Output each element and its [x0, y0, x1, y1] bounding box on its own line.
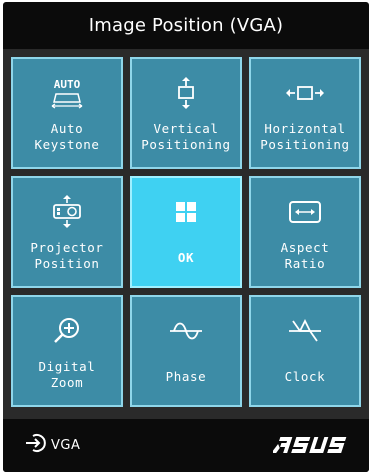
- menu-title: Image Position (VGA): [88, 15, 284, 36]
- phase-wave-icon: [132, 313, 240, 349]
- aspect-ratio-icon: [251, 194, 359, 230]
- horizontal-arrows-icon: [251, 75, 359, 111]
- tile-label: Auto Keystone: [34, 121, 100, 152]
- aspect-ratio-tile[interactable]: Aspect Ratio: [249, 176, 361, 288]
- clock-wave-icon: [251, 313, 359, 349]
- digital-zoom-tile[interactable]: Digital Zoom: [11, 295, 123, 407]
- projector-icon: [13, 194, 121, 230]
- phase-tile[interactable]: Phase: [130, 295, 242, 407]
- projector-position-tile[interactable]: Projector Position: [11, 176, 123, 288]
- tile-label: Vertical Positioning: [141, 121, 231, 152]
- clock-tile[interactable]: Clock: [249, 295, 361, 407]
- tile-label: Projector Position: [30, 240, 104, 271]
- auto-keystone-tile[interactable]: AUTO Auto Keystone: [11, 57, 123, 169]
- auto-keystone-icon: AUTO: [13, 75, 121, 111]
- tile-label: Aspect Ratio: [280, 240, 330, 271]
- vertical-positioning-tile[interactable]: Vertical Positioning: [130, 57, 242, 169]
- osd-panel: Image Position (VGA) AUTO Auto Keystone: [3, 2, 369, 472]
- tile-label: Digital Zoom: [38, 359, 96, 390]
- brand-logo: [271, 435, 349, 459]
- tile-label: Horizontal Positioning: [260, 121, 350, 152]
- grid-icon: [132, 194, 240, 230]
- input-source-icon: [25, 432, 47, 458]
- options-grid: AUTO Auto Keystone Vertical Positioning: [3, 49, 369, 419]
- input-source[interactable]: VGA: [25, 433, 80, 457]
- svg-text:AUTO: AUTO: [54, 78, 81, 91]
- horizontal-positioning-tile[interactable]: Horizontal Positioning: [249, 57, 361, 169]
- input-source-label: VGA: [51, 437, 81, 453]
- tile-label: OK: [177, 250, 195, 265]
- tile-label: Clock: [284, 369, 326, 384]
- ok-tile[interactable]: OK: [130, 176, 242, 288]
- vertical-arrows-icon: [132, 75, 240, 111]
- zoom-in-icon: [13, 313, 121, 349]
- tile-label: Phase: [165, 369, 207, 384]
- footer-bar: VGA: [3, 419, 369, 472]
